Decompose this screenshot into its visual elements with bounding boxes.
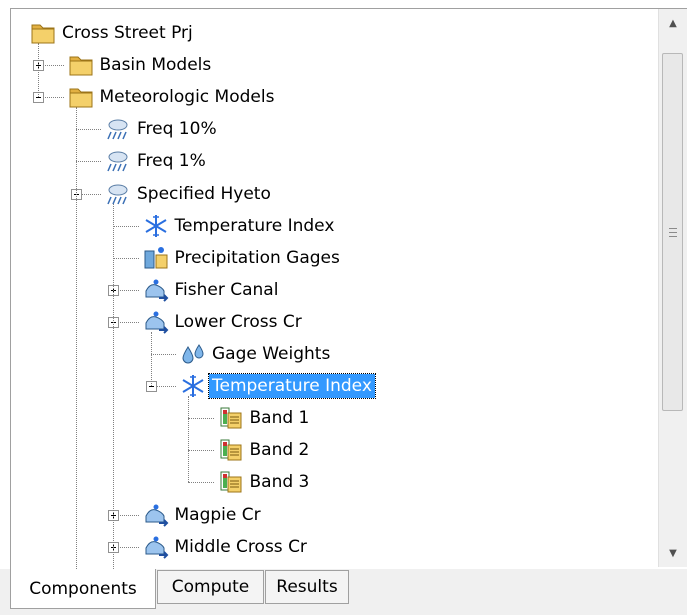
tree-node-label: Specified Hyeto: [137, 183, 271, 204]
tree-node-label: Freq 10%: [137, 119, 217, 140]
tree-connector: [113, 225, 139, 227]
scroll-up-arrow-icon[interactable]: ▲: [659, 9, 687, 37]
tree-node-n12[interactable]: Band 1: [218, 404, 313, 432]
tree-connector: [75, 193, 77, 569]
tree-node-n3[interactable]: Freq 10%: [105, 115, 220, 143]
tree-node-n6[interactable]: Temperature Index: [143, 212, 338, 240]
tree-connector: [75, 107, 77, 194]
vertical-scrollbar[interactable]: ▲ ▼: [658, 9, 687, 567]
tree-node-label: Precipitation Gages: [174, 247, 340, 268]
cloud-rain-icon: [105, 148, 131, 174]
tab-compute[interactable]: Compute: [157, 570, 264, 604]
tree-node-n0[interactable]: Cross Street Prj: [30, 19, 196, 47]
tree-node-label: Band 3: [249, 472, 310, 493]
tree-node-label: Fisher Canal: [174, 279, 279, 300]
tree-node-label: Cross Street Prj: [62, 23, 193, 43]
watershed-explorer: Cross Street Prj Basin Models Meteorologic…: [0, 0, 687, 615]
tree-node-label: Meteorologic Models: [99, 87, 275, 108]
band-icon: [218, 437, 244, 463]
tree-node-label: Gage Weights: [212, 344, 331, 364]
tree-node-n10[interactable]: Gage Weights: [180, 340, 333, 368]
tree-node-label: Temperature Index: [208, 373, 376, 400]
tree-node-label: Band 2: [249, 440, 310, 461]
folder-icon: [68, 84, 94, 110]
tree-connector: [188, 450, 214, 452]
folder-icon: [30, 20, 56, 46]
tree-node-n15[interactable]: Magpie Cr: [143, 501, 264, 529]
tree-node-label: Freq 1%: [137, 151, 206, 172]
tree-node-n2[interactable]: Meteorologic Models: [68, 83, 278, 111]
scroll-thumb[interactable]: [662, 53, 683, 411]
tab-results[interactable]: Results: [265, 570, 349, 604]
tree-node-n4[interactable]: Freq 1%: [105, 147, 209, 175]
tree-node-n9[interactable]: Lower Cross Cr: [143, 308, 305, 336]
band-icon: [218, 469, 244, 495]
grip-icon: [668, 227, 677, 237]
snowflake-icon: [180, 373, 206, 399]
folder-icon: [68, 52, 94, 78]
subbasin-icon: [143, 277, 169, 303]
tab-compute-label: Compute: [171, 577, 250, 597]
tree-connector: [188, 482, 214, 484]
tree-node-label: Band 1: [249, 408, 310, 429]
tree-node-n7[interactable]: Precipitation Gages: [143, 244, 343, 272]
tree-node-label: Basin Models: [99, 55, 212, 76]
tree-connector: [150, 331, 152, 387]
tree-connector: [188, 396, 189, 483]
band-icon: [218, 405, 244, 431]
tree-connector: [113, 257, 139, 259]
tree-node-label: Magpie Cr: [174, 504, 261, 525]
tree-connector: [150, 354, 176, 355]
droplets-icon: [180, 341, 206, 367]
snowflake-icon: [143, 213, 169, 239]
gages-icon: [143, 245, 169, 271]
tree-node-label: Temperature Index: [174, 215, 335, 236]
tree-connector: [188, 418, 214, 420]
tree-node-n1[interactable]: Basin Models: [68, 51, 215, 79]
tree-node-n8[interactable]: Fisher Canal: [143, 276, 282, 304]
tree-connector: [75, 161, 101, 163]
subbasin-icon: [143, 502, 169, 528]
tab-results-label: Results: [276, 577, 338, 597]
subbasin-icon: [143, 534, 169, 560]
cloud-rain-icon: [105, 116, 131, 142]
tree-node-n11[interactable]: Temperature Index: [180, 372, 376, 400]
tree-connector: [113, 546, 114, 569]
tree-view[interactable]: Cross Street Prj Basin Models Meteorologic…: [10, 8, 687, 570]
tree-node-label: Lower Cross Cr: [174, 311, 302, 332]
tree-node-n13[interactable]: Band 2: [218, 436, 313, 464]
tree-node-label: Middle Cross Cr: [174, 536, 307, 557]
scroll-down-arrow-icon[interactable]: ▼: [659, 539, 687, 567]
tree-node-n5[interactable]: Specified Hyeto: [105, 180, 274, 208]
tab-components[interactable]: Components: [10, 569, 156, 609]
tree-connector: [75, 129, 101, 131]
tree-connector: [113, 203, 114, 547]
cloud-rain-icon: [105, 181, 131, 207]
tree-node-n14[interactable]: Band 3: [218, 468, 313, 496]
tree-node-n16[interactable]: Middle Cross Cr: [143, 533, 310, 561]
tab-components-label: Components: [29, 578, 137, 599]
tree-connector: [38, 43, 39, 98]
subbasin-icon: [143, 309, 169, 335]
tab-bar: Components Compute Results: [0, 569, 687, 615]
